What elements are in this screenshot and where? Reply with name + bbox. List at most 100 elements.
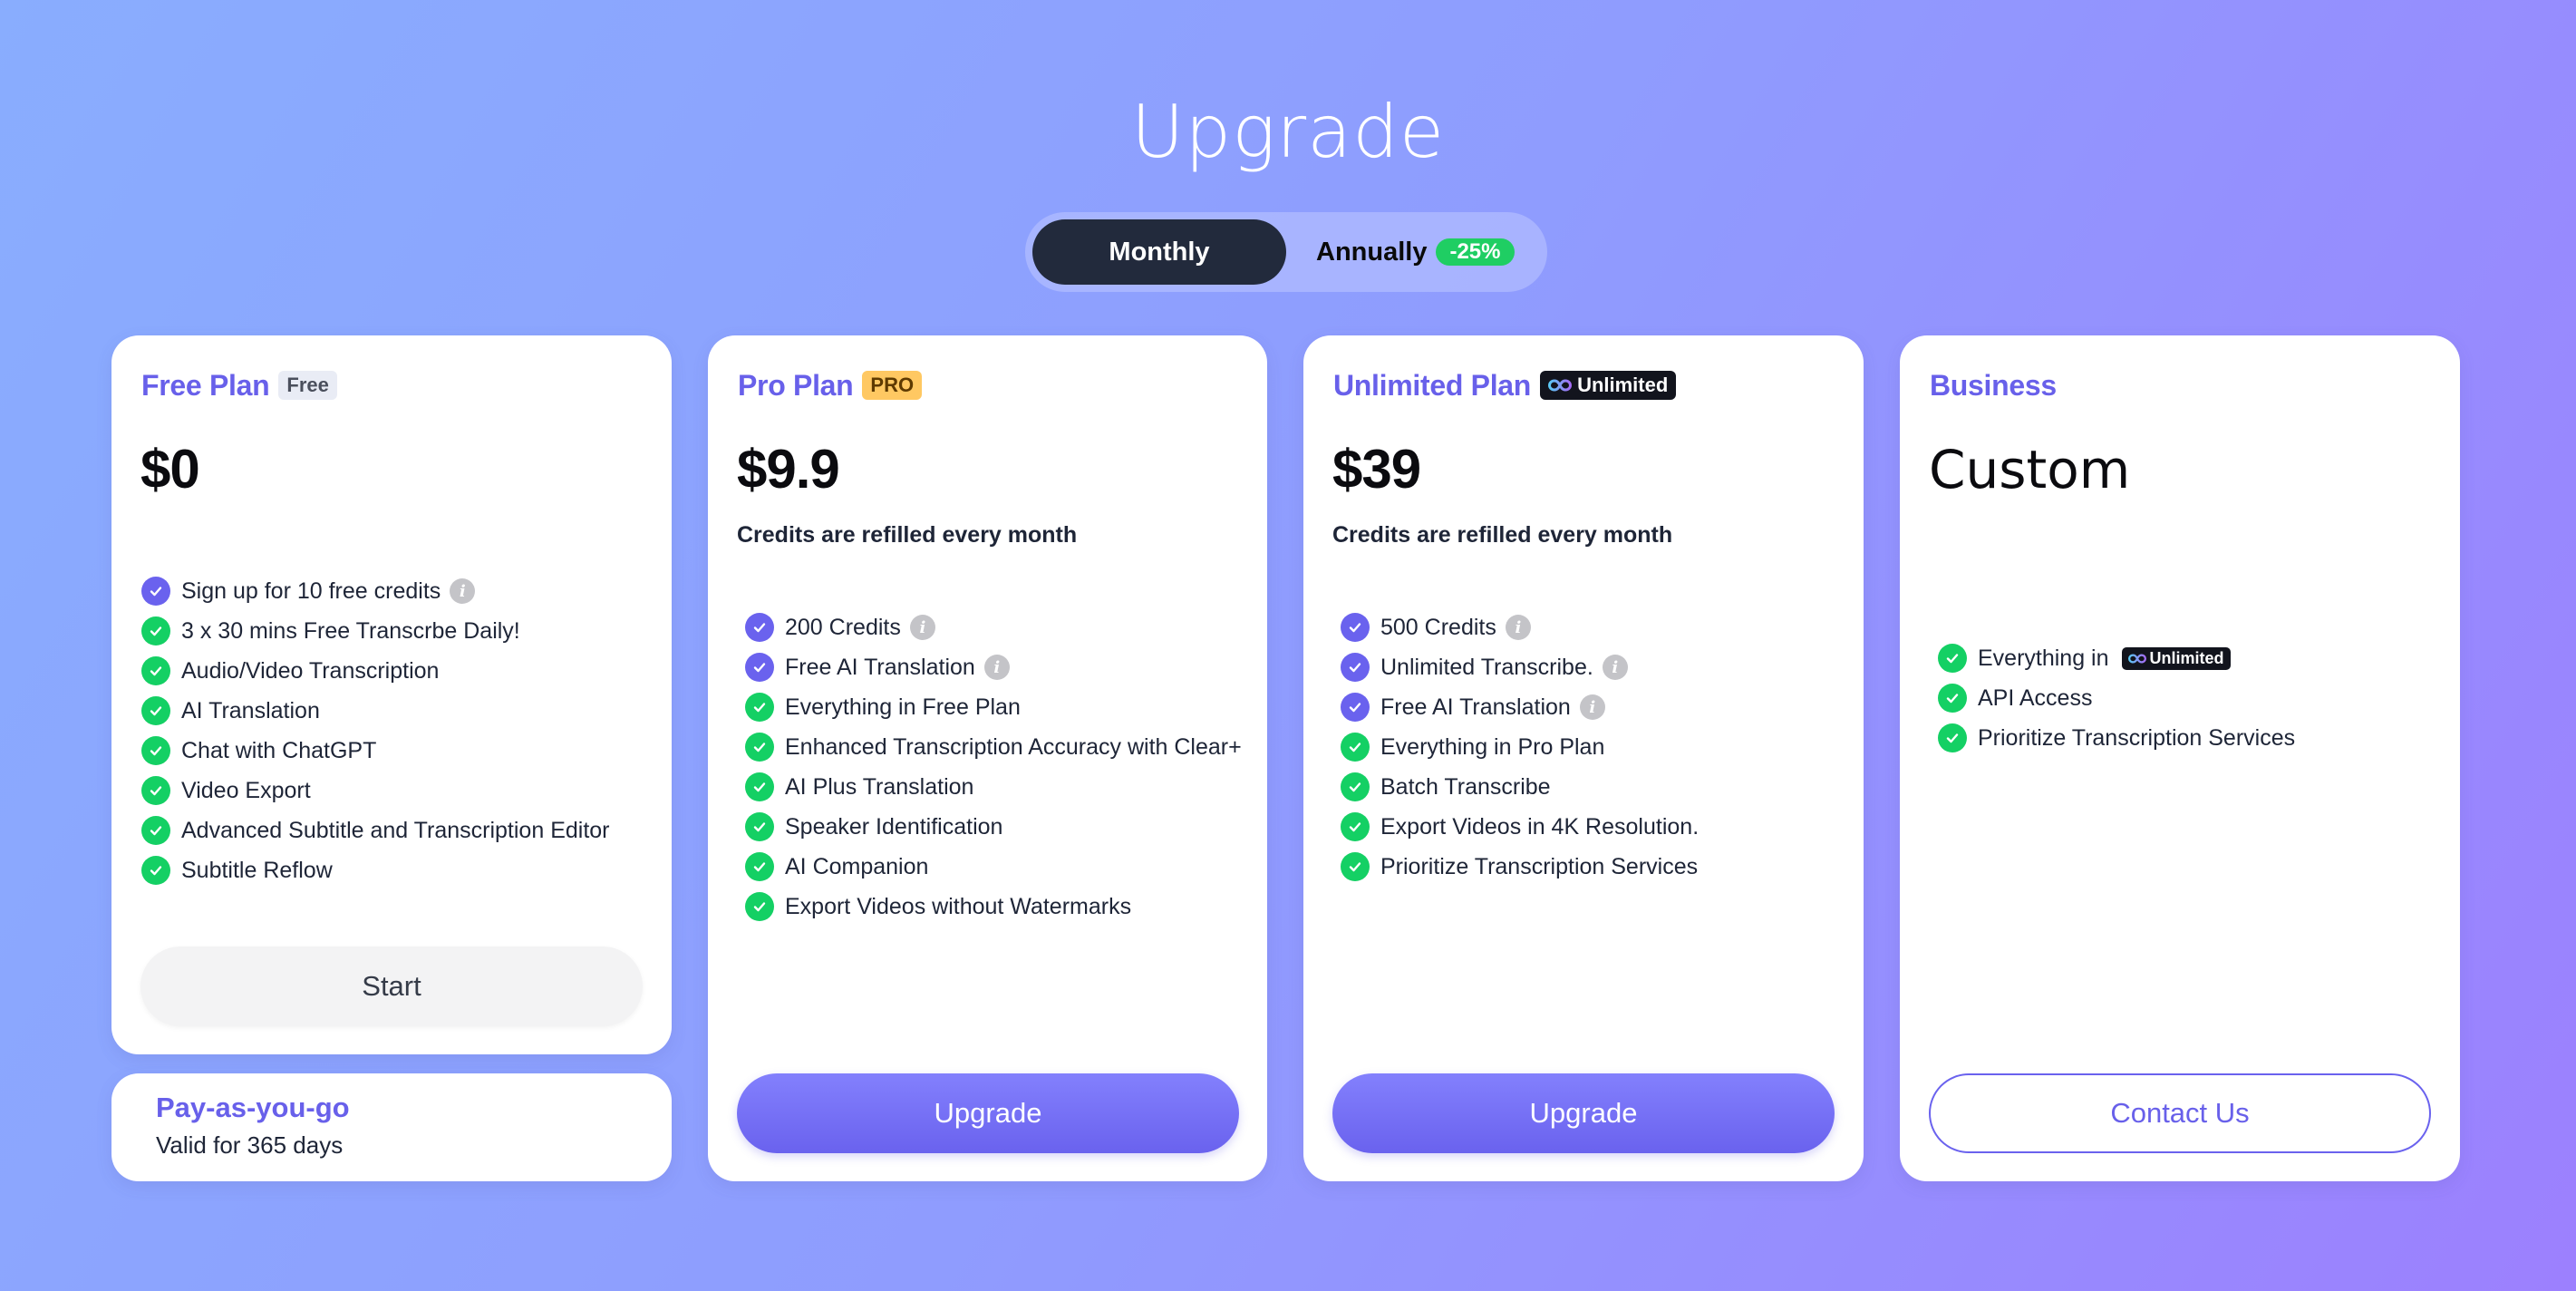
feature-text: API Access [1978, 684, 2093, 711]
feature-item: Everything in Free Plan [745, 687, 1242, 727]
pay-as-you-go-title[interactable]: Pay-as-you-go [156, 1092, 350, 1124]
feature-item: AI Plus Translation [745, 767, 1242, 807]
feature-text: Prioritize Transcription Services [1978, 724, 2296, 751]
plan-tag-unlimited: Unlimited [1540, 371, 1677, 400]
feature-text: AI Plus Translation [785, 773, 974, 800]
page-title: Upgrade [1130, 90, 1446, 174]
check-circle-icon [745, 852, 774, 881]
feature-text: 500 Credits [1380, 614, 1496, 640]
check-circle-icon [1938, 644, 1967, 673]
upgrade-unlimited-button[interactable]: Upgrade [1332, 1073, 1835, 1153]
feature-item: 500 Credits i [1341, 607, 1699, 647]
plan-card-free: Free Plan Free $0 Sign up for 10 free cr… [111, 335, 672, 1054]
check-circle-icon [1341, 812, 1370, 841]
plan-header: Unlimited Plan Unlimited [1333, 368, 1677, 403]
plan-price: Custom [1929, 439, 2131, 500]
check-circle-icon [1938, 723, 1967, 752]
unlimited-tag: Unlimited [2121, 646, 2231, 670]
check-circle-icon [141, 616, 170, 646]
info-icon[interactable]: i [1579, 694, 1605, 720]
feature-text: Free AI Translation [1380, 694, 1571, 720]
check-circle-icon [1341, 772, 1370, 801]
check-circle-icon [745, 653, 774, 682]
feature-item: Audio/Video Transcription [141, 651, 610, 691]
feature-item: Enhanced Transcription Accuracy with Cle… [745, 727, 1242, 767]
unlimited-tag-label: Unlimited [2149, 649, 2224, 667]
plan-tag-pro: PRO [862, 371, 923, 400]
check-circle-icon [141, 656, 170, 685]
check-circle-icon [141, 816, 170, 845]
check-circle-icon [745, 812, 774, 841]
feature-item: Unlimited Transcribe. i [1341, 647, 1699, 687]
feature-item: Advanced Subtitle and Transcription Edit… [141, 811, 610, 850]
feature-list: 200 Credits i Free AI Translation i Everythi… [745, 607, 1242, 927]
check-circle-icon [141, 577, 170, 606]
feature-text: Free AI Translation [785, 654, 975, 680]
feature-text: Prioritize Transcription Services [1380, 853, 1699, 879]
feature-list: 500 Credits i Unlimited Transcribe. i Free A… [1341, 607, 1699, 887]
feature-item: Sign up for 10 free credits i [141, 571, 610, 611]
discount-badge: -25% [1436, 238, 1515, 266]
feature-item: Prioritize Transcription Services [1938, 718, 2295, 758]
plan-name: Unlimited Plan [1333, 368, 1532, 402]
check-circle-icon [745, 733, 774, 762]
feature-text: Subtitle Reflow [181, 857, 333, 883]
feature-item: Video Export [141, 771, 610, 811]
toggle-monthly-label: Monthly [1109, 237, 1210, 267]
plan-price: $0 [140, 439, 200, 500]
feature-item: Chat with ChatGPT [141, 731, 610, 771]
info-icon[interactable]: i [1602, 655, 1628, 680]
plan-header: Business [1930, 368, 2057, 403]
feature-text: 3 x 30 mins Free Transcrbe Daily! [181, 617, 520, 644]
feature-text: Audio/Video Transcription [181, 657, 440, 684]
feature-text: Everything in Pro Plan [1380, 733, 1605, 760]
plan-subtitle: Credits are refilled every month [737, 522, 1078, 548]
upgrade-pro-button[interactable]: Upgrade [737, 1073, 1239, 1153]
check-circle-icon [745, 772, 774, 801]
plan-tag-free: Free [278, 371, 337, 400]
feature-item: Batch Transcribe [1341, 767, 1699, 807]
pay-as-you-go-card[interactable]: Pay-as-you-go Valid for 365 days [111, 1073, 672, 1181]
feature-item: API Access [1938, 678, 2295, 718]
pay-as-you-go-validity: Valid for 365 days [156, 1131, 344, 1159]
contact-us-button[interactable]: Contact Us [1929, 1073, 2431, 1153]
info-icon[interactable]: i [1505, 615, 1531, 640]
feature-list: Everything in Unlimited API Access Prioriti… [1938, 638, 2295, 758]
feature-item: Everything in Unlimited [1938, 638, 2295, 678]
feature-text: Export Videos in 4K Resolution. [1380, 813, 1700, 840]
feature-text: Video Export [181, 777, 311, 803]
plan-card-pro: Pro Plan PRO $9.9 Credits are refilled e… [708, 335, 1267, 1181]
feature-text: Export Videos without Watermarks [785, 893, 1132, 919]
infinity-icon [1548, 379, 1573, 392]
toggle-annually[interactable]: Annually -25% [1297, 219, 1540, 285]
start-button[interactable]: Start [140, 946, 643, 1026]
feature-item: Free AI Translation i [1341, 687, 1699, 727]
check-circle-icon [141, 776, 170, 805]
feature-item: AI Translation [141, 691, 610, 731]
plan-name: Business [1930, 368, 2057, 402]
check-circle-icon [141, 696, 170, 725]
billing-period-toggle[interactable]: Monthly Annually -25% [1025, 212, 1547, 292]
feature-item: AI Companion [745, 847, 1242, 887]
feature-item: Everything in Pro Plan [1341, 727, 1699, 767]
feature-text: Everything in Free Plan [785, 694, 1021, 720]
feature-list: Sign up for 10 free credits i 3 x 30 mins … [141, 571, 610, 890]
feature-item: 3 x 30 mins Free Transcrbe Daily! [141, 611, 610, 651]
feature-text: AI Translation [181, 697, 320, 723]
toggle-monthly[interactable]: Monthly [1032, 219, 1286, 285]
check-circle-icon [1341, 693, 1370, 722]
feature-text: 200 Credits [785, 614, 901, 640]
feature-text: Everything in [1978, 645, 2109, 671]
feature-item: Subtitle Reflow [141, 850, 610, 890]
check-circle-icon [745, 892, 774, 921]
check-circle-icon [1341, 653, 1370, 682]
feature-item: Speaker Identification [745, 807, 1242, 847]
feature-text: Enhanced Transcription Accuracy with Cle… [785, 733, 1242, 760]
info-icon[interactable]: i [983, 655, 1010, 680]
check-circle-icon [1938, 684, 1967, 713]
plan-tag-label: Unlimited [1577, 374, 1669, 396]
info-icon[interactable]: i [450, 578, 476, 604]
info-icon[interactable]: i [909, 615, 935, 640]
feature-text: Advanced Subtitle and Transcription Edit… [181, 817, 610, 843]
check-circle-icon [1341, 852, 1370, 881]
